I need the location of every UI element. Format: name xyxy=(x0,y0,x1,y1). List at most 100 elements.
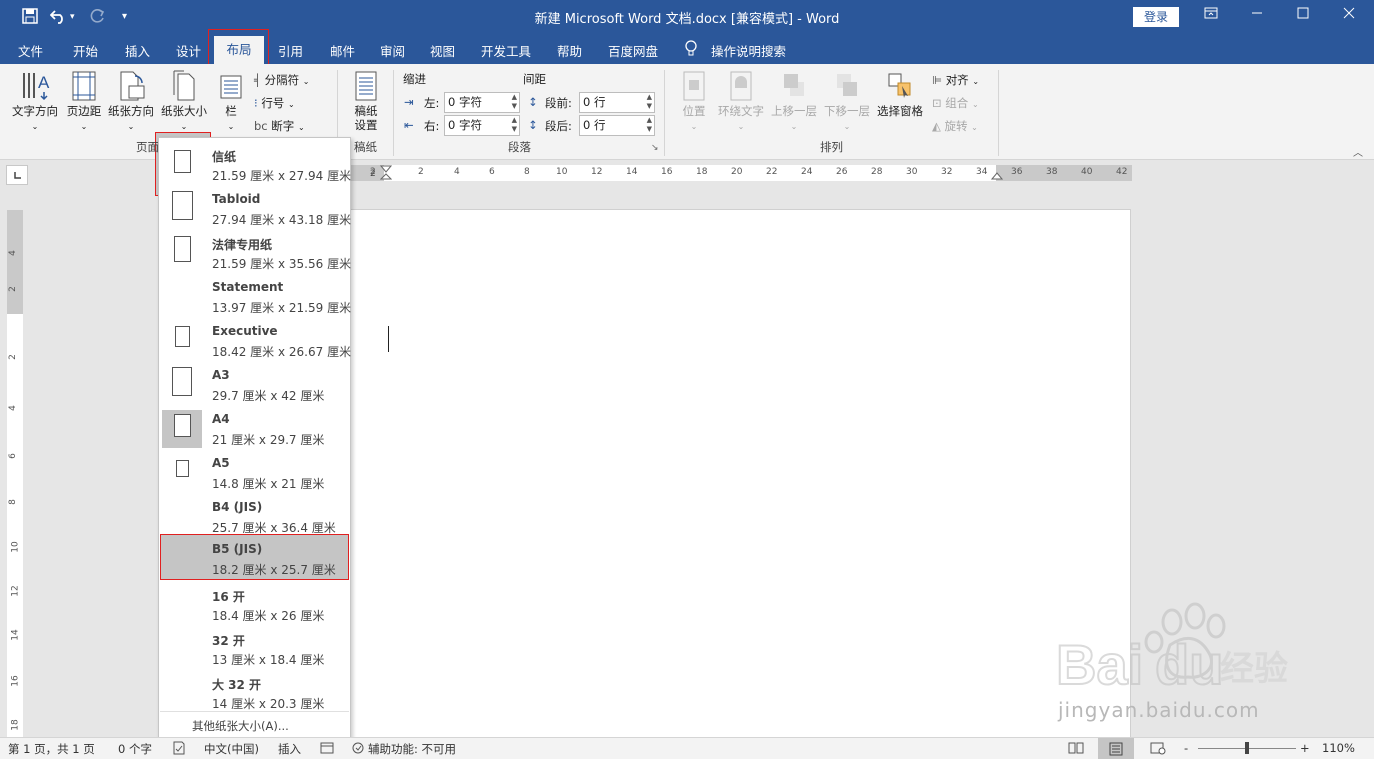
paper-size-name: A4 xyxy=(212,412,230,426)
spinner-icon[interactable]: ▲ ▼ xyxy=(512,116,517,134)
horizontal-ruler[interactable]: 2 2 2 4 6 8 10 12 14 16 18 20 22 24 26 2… xyxy=(350,165,1132,181)
ruler-label: 4 xyxy=(7,405,18,411)
paper-size-item[interactable]: A3 29.7 厘米 x 42 厘米 xyxy=(160,362,349,406)
minimize-icon[interactable] xyxy=(1242,5,1272,27)
separator xyxy=(393,70,394,156)
paper-size-item[interactable]: Tabloid 27.94 厘米 x 43.18 厘米 xyxy=(160,186,351,230)
paper-size-button[interactable]: 纸张大小 ⌄ xyxy=(157,70,211,134)
paper-size-dims: 18.4 厘米 x 26 厘米 xyxy=(212,609,325,623)
tab-developer[interactable]: 开发工具 xyxy=(481,41,531,60)
bring-forward-icon xyxy=(784,74,804,96)
breaks-button[interactable]: ╡ 分隔符 ⌄ xyxy=(254,72,309,88)
spinner-icon[interactable]: ▲ ▼ xyxy=(647,116,652,134)
paper-size-item[interactable]: 16 开 18.4 厘米 x 26 厘米 xyxy=(160,582,349,626)
close-icon[interactable] xyxy=(1334,5,1364,27)
selection-pane-button[interactable]: 选择窗格 xyxy=(874,70,926,118)
print-layout-icon[interactable] xyxy=(1098,738,1134,759)
paragraph-dialog-launcher-icon[interactable]: ↘ xyxy=(651,143,659,153)
tell-me-search[interactable]: 操作说明搜索 xyxy=(711,41,786,60)
tab-mailings[interactable]: 邮件 xyxy=(330,41,355,60)
accessibility-status[interactable]: 辅助功能: 不可用 xyxy=(368,741,456,757)
spinner-icon[interactable]: ▲ ▼ xyxy=(647,93,652,111)
maximize-icon[interactable] xyxy=(1288,5,1318,27)
tab-insert[interactable]: 插入 xyxy=(125,41,150,60)
tab-view[interactable]: 视图 xyxy=(430,41,455,60)
title-bar: ▾ ▾ 新建 Microsoft Word 文档.docx [兼容模式] - W… xyxy=(0,0,1374,34)
web-layout-icon[interactable] xyxy=(1150,741,1166,758)
spinner-icon[interactable]: ▲ ▼ xyxy=(512,93,517,111)
ruler-label: 22 xyxy=(766,167,778,177)
paper-size-item[interactable]: Statement 13.97 厘米 x 21.59 厘米 xyxy=(160,274,351,318)
paper-thumbnail-icon xyxy=(175,326,190,347)
word-count[interactable]: 0 个字 xyxy=(118,741,152,757)
ruler-label: 24 xyxy=(801,167,813,177)
hyphenation-button[interactable]: bc 断字 ⌄ xyxy=(254,118,305,134)
more-paper-sizes-link[interactable]: 其他纸张大小(A)... xyxy=(160,711,349,739)
tab-home[interactable]: 开始 xyxy=(73,41,98,60)
position-button[interactable]: 位置 ⌄ xyxy=(676,70,712,134)
zoom-in-button[interactable]: + xyxy=(1300,741,1310,755)
orientation-button[interactable]: 纸张方向 ⌄ xyxy=(106,70,156,134)
tab-references[interactable]: 引用 xyxy=(278,41,303,60)
paper-size-item-hovered[interactable]: B5 (JIS) 18.2 厘米 x 25.7 厘米 xyxy=(160,534,349,580)
spacing-before-input[interactable]: 0 行 ▲ ▼ xyxy=(579,92,655,113)
collapse-ribbon-icon[interactable]: ︿ xyxy=(1353,144,1363,159)
columns-label: 栏 xyxy=(225,104,237,118)
text-direction-button[interactable]: A 文字方向 ⌄ xyxy=(8,70,62,134)
vertical-ruler[interactable]: 4 2 2 4 6 8 10 12 14 16 18 xyxy=(7,210,23,738)
wrap-text-button[interactable]: 环绕文字 ⌄ xyxy=(714,70,768,134)
rotate-label: 旋转 xyxy=(944,119,968,133)
columns-button[interactable]: 栏 ⌄ xyxy=(214,70,248,134)
indent-marker-icon[interactable] xyxy=(380,165,392,185)
macro-icon[interactable] xyxy=(320,741,334,758)
page-count[interactable]: 第 1 页，共 1 页 xyxy=(8,741,95,757)
ribbon-display-options-icon[interactable] xyxy=(1196,5,1226,27)
right-indent-marker-icon[interactable] xyxy=(991,165,1003,181)
paper-size-item[interactable]: 法律专用纸 21.59 厘米 x 35.56 厘米 xyxy=(160,230,351,274)
svg-text:A: A xyxy=(38,73,50,92)
tab-file[interactable]: 文件 xyxy=(18,41,43,60)
language[interactable]: 中文(中国) xyxy=(204,741,259,757)
breaks-label: 分隔符 xyxy=(264,73,300,87)
paper-size-name: 大 32 开 xyxy=(212,678,262,692)
paper-size-item[interactable]: 大 32 开 14 厘米 x 20.3 厘米 xyxy=(160,670,349,714)
read-mode-icon[interactable] xyxy=(1068,741,1084,758)
tab-selector[interactable] xyxy=(6,165,28,185)
ruler-label: 20 xyxy=(731,167,743,177)
tab-help[interactable]: 帮助 xyxy=(557,41,582,60)
line-numbers-label: 行号 xyxy=(261,96,285,110)
tab-baidu-netdisk[interactable]: 百度网盘 xyxy=(608,41,658,60)
document-page[interactable] xyxy=(224,209,1131,739)
zoom-slider-thumb[interactable] xyxy=(1245,742,1249,754)
paper-size-item[interactable]: A5 14.8 厘米 x 21 厘米 xyxy=(160,450,349,494)
line-numbers-icon: ⁝ xyxy=(254,96,258,110)
send-backward-button[interactable]: 下移一层 ⌄ xyxy=(821,70,873,134)
indent-right-input[interactable]: 0 字符 ▲ ▼ xyxy=(444,115,520,136)
group-button[interactable]: ⊡ 组合 ⌄ xyxy=(932,95,979,111)
paper-size-item[interactable]: Executive 18.42 厘米 x 26.67 厘米 xyxy=(160,318,351,362)
spacing-after-input[interactable]: 0 行 ▲ ▼ xyxy=(579,115,655,136)
margins-button[interactable]: 页边距 ⌄ xyxy=(63,70,105,134)
rotate-button[interactable]: ◭ 旋转 ⌄ xyxy=(932,118,978,134)
ruler-label: 6 xyxy=(489,167,495,177)
send-backward-icon xyxy=(837,74,857,96)
indent-left-input[interactable]: 0 字符 ▲ ▼ xyxy=(444,92,520,113)
paper-size-name: A3 xyxy=(212,368,230,382)
proofing-icon[interactable] xyxy=(172,741,186,758)
insert-mode[interactable]: 插入 xyxy=(278,741,301,757)
page-setup-group-label: 页面 xyxy=(136,140,159,154)
zoom-out-button[interactable]: - xyxy=(1184,741,1188,755)
manuscript-settings-button[interactable]: 稿纸 设置 xyxy=(348,70,384,132)
zoom-level[interactable]: 110% xyxy=(1322,741,1355,755)
line-numbers-button[interactable]: ⁝ 行号 ⌄ xyxy=(254,95,295,111)
paper-size-item[interactable]: B4 (JIS) 25.7 厘米 x 36.4 厘米 xyxy=(160,494,349,538)
bring-forward-button[interactable]: 上移一层 ⌄ xyxy=(768,70,820,134)
paper-size-item[interactable]: 32 开 13 厘米 x 18.4 厘米 xyxy=(160,626,349,670)
paper-size-item-selected[interactable]: A4 21 厘米 x 29.7 厘米 xyxy=(160,406,349,450)
tab-design[interactable]: 设计 xyxy=(176,41,201,60)
tab-review[interactable]: 审阅 xyxy=(380,41,405,60)
align-button[interactable]: ⊫ 对齐 ⌄ xyxy=(932,72,979,88)
status-bar: 第 1 页，共 1 页 0 个字 中文(中国) 插入 辅助功能: 不可用 - +… xyxy=(0,737,1374,759)
paper-size-item[interactable]: 信纸 21.59 厘米 x 27.94 厘米 xyxy=(160,142,351,186)
sign-in-button[interactable]: 登录 xyxy=(1133,7,1179,27)
